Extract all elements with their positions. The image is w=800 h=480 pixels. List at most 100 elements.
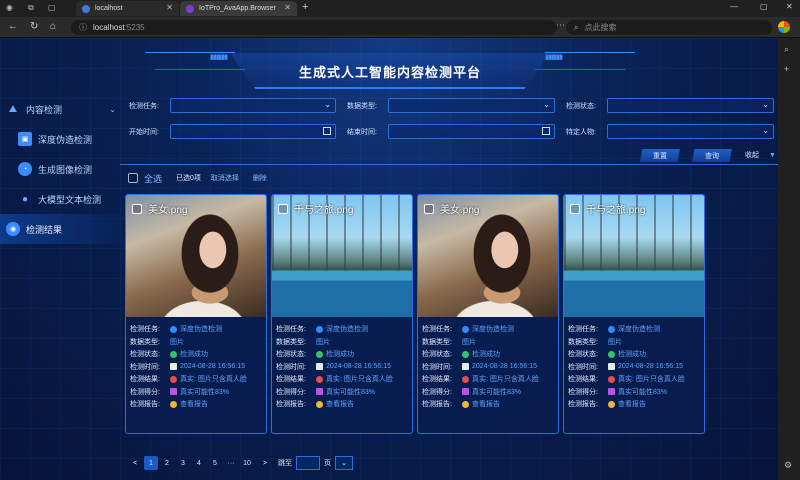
info-value-status: 检测成功 <box>462 349 500 359</box>
prev-page-button[interactable]: < <box>128 456 142 470</box>
info-value-text: 真实可能性83% <box>618 388 668 396</box>
query-button[interactable]: 查询 <box>692 149 732 162</box>
result-card[interactable]: 千与之旅.png 检测任务: 深度伪造检测 数据类型: 图片 检测状态: 检测成功 检测时间:… <box>563 194 705 434</box>
image-detect-icon: ◔ <box>18 162 32 176</box>
info-value-report[interactable]: 查看报告 <box>170 399 208 409</box>
info-value-status: 检测成功 <box>608 349 646 359</box>
info-value-text: 深度伪造检测 <box>180 326 222 334</box>
back-button[interactable]: ← <box>8 21 18 32</box>
workspaces-icon[interactable]: ⧉ <box>28 3 34 13</box>
info-key: 检测结果: <box>130 376 160 384</box>
copilot-icon[interactable] <box>778 21 790 33</box>
reset-button[interactable]: 重置 <box>640 149 680 162</box>
search-icon[interactable]: ⌕ <box>784 44 789 55</box>
page-button[interactable]: 10 <box>240 456 254 470</box>
menu-item-generated-image[interactable]: ◔ 生成图像检测 <box>0 154 120 184</box>
page-button[interactable]: 3 <box>176 456 190 470</box>
info-value-report[interactable]: 查看报告 <box>316 399 354 409</box>
info-value-status: 检测成功 <box>316 349 354 359</box>
user-icon: ● <box>21 193 29 205</box>
info-row-report: 检测报告: 查看报告 <box>422 398 556 411</box>
close-window-button[interactable]: ✕ <box>786 2 793 11</box>
status-select[interactable]: ⌄ <box>607 98 774 113</box>
info-row-task: 检测任务: 深度伪造检测 <box>422 323 556 336</box>
page-ellipsis[interactable]: ··· <box>224 456 238 470</box>
close-icon[interactable]: ✕ <box>284 3 291 12</box>
info-row-task: 检测任务: 深度伪造检测 <box>568 323 702 336</box>
maximize-button[interactable]: ▢ <box>760 2 768 11</box>
info-value-text: 2024-08-28 16:56:15 <box>326 363 391 371</box>
settings-icon[interactable]: ⚙ <box>784 460 792 471</box>
cancel-selection-link[interactable]: 取消选择 <box>211 173 239 183</box>
jump-page-input[interactable] <box>296 456 320 470</box>
card-caption: 美女.png <box>424 201 479 216</box>
info-row-time: 检测时间: 2024-08-28 16:56:15 <box>422 361 556 374</box>
card-caption: 千与之旅.png <box>278 201 353 216</box>
collapse-label: 收起 <box>745 152 759 159</box>
info-key: 数据类型: <box>276 338 306 346</box>
status-icon <box>316 388 323 396</box>
add-icon[interactable]: + <box>784 64 789 74</box>
info-value-report[interactable]: 查看报告 <box>608 399 646 409</box>
info-row-type: 数据类型: 图片 <box>130 336 264 349</box>
info-value-text: 真实: 图片只含真人脸 <box>472 376 539 384</box>
info-row-time: 检测时间: 2024-08-28 16:56:15 <box>130 361 264 374</box>
end-time-picker[interactable] <box>388 124 555 139</box>
page-button[interactable]: 5 <box>208 456 222 470</box>
page-size-select[interactable]: ⌄ <box>335 456 353 470</box>
select-all-label[interactable]: 全选 <box>144 172 162 185</box>
info-key: 检测报告: <box>422 401 452 409</box>
card-checkbox[interactable] <box>424 203 434 214</box>
info-value-result: 真实: 图片只含真人脸 <box>608 374 685 384</box>
next-page-button[interactable]: > <box>258 456 272 470</box>
tab-actions-icon[interactable]: ▢ <box>48 3 56 12</box>
person-select[interactable]: ⌄ <box>607 124 774 139</box>
status-icon <box>608 325 615 333</box>
more-icon[interactable]: ⋯ <box>556 20 565 31</box>
address-bar: ← ↻ ⌂ ⓘ localhost :5235 ⋯ ⌕ 点此搜索 <box>0 17 800 38</box>
url-field[interactable]: ⓘ localhost :5235 <box>71 20 557 35</box>
search-field[interactable]: ⌕ 点此搜索 <box>566 20 772 35</box>
delete-link[interactable]: 删除 <box>253 173 267 183</box>
menu-item-results[interactable]: ◉ 检测结果 <box>0 214 120 244</box>
status-icon <box>170 350 177 358</box>
page-button[interactable]: 4 <box>192 456 206 470</box>
browser-menu-icon[interactable]: ◉ <box>6 3 13 12</box>
info-row-type: 数据类型: 图片 <box>276 336 410 349</box>
card-checkbox[interactable] <box>570 203 580 214</box>
menu-group-content-detection[interactable]: ⛰ 内容检测 ⌄ <box>0 94 120 124</box>
menu-item-label: 深度伪造检测 <box>38 134 93 145</box>
info-value-report[interactable]: 查看报告 <box>462 399 500 409</box>
minimize-button[interactable]: — <box>730 2 738 11</box>
start-time-picker[interactable] <box>170 124 336 139</box>
type-select[interactable]: ⌄ <box>388 98 555 113</box>
select-all-checkbox[interactable] <box>128 173 138 183</box>
status-icon <box>462 350 469 358</box>
result-card[interactable]: 美女.png 检测任务: 深度伪造检测 数据类型: 图片 检测状态: 检测成功 检测时间: 20… <box>125 194 267 434</box>
tab-localhost[interactable]: localhost ✕ <box>76 1 179 16</box>
info-value-score: 真实可能性83% <box>608 387 667 397</box>
info-key: 数据类型: <box>422 338 452 346</box>
refresh-button[interactable]: ↻ <box>30 21 38 32</box>
info-key: 检测任务: <box>568 326 598 334</box>
url-host: localhost <box>93 23 125 32</box>
collapse-toggle[interactable]: 收起 ▼ <box>745 150 776 160</box>
new-tab-button[interactable]: + <box>302 1 308 13</box>
menu-item-deepfake[interactable]: ▣ 深度伪造检测 <box>0 124 120 154</box>
card-checkbox[interactable] <box>278 203 288 214</box>
menu-item-llm-text[interactable]: ● 大模型文本检测 <box>0 184 120 214</box>
home-button[interactable]: ⌂ <box>50 21 56 32</box>
result-card[interactable]: 美女.png 检测任务: 深度伪造检测 数据类型: 图片 检测状态: 检测成功 检测时间: 20… <box>417 194 559 434</box>
info-key: 数据类型: <box>568 338 598 346</box>
status-icon <box>170 325 177 333</box>
result-card[interactable]: 千与之旅.png 检测任务: 深度伪造检测 数据类型: 图片 检测状态: 检测成功 检测时间:… <box>271 194 413 434</box>
tab-iotpro[interactable]: IoTPro_AvaApp.Browser ✕ <box>180 1 297 16</box>
info-row-report: 检测报告: 查看报告 <box>276 398 410 411</box>
card-checkbox[interactable] <box>132 203 142 214</box>
status-icon <box>608 400 615 408</box>
info-value-time: 2024-08-28 16:56:15 <box>462 363 537 371</box>
close-icon[interactable]: ✕ <box>166 3 173 12</box>
task-select[interactable]: ⌄ <box>170 98 336 113</box>
page-button[interactable]: 2 <box>160 456 174 470</box>
page-button[interactable]: 1 <box>144 456 158 470</box>
